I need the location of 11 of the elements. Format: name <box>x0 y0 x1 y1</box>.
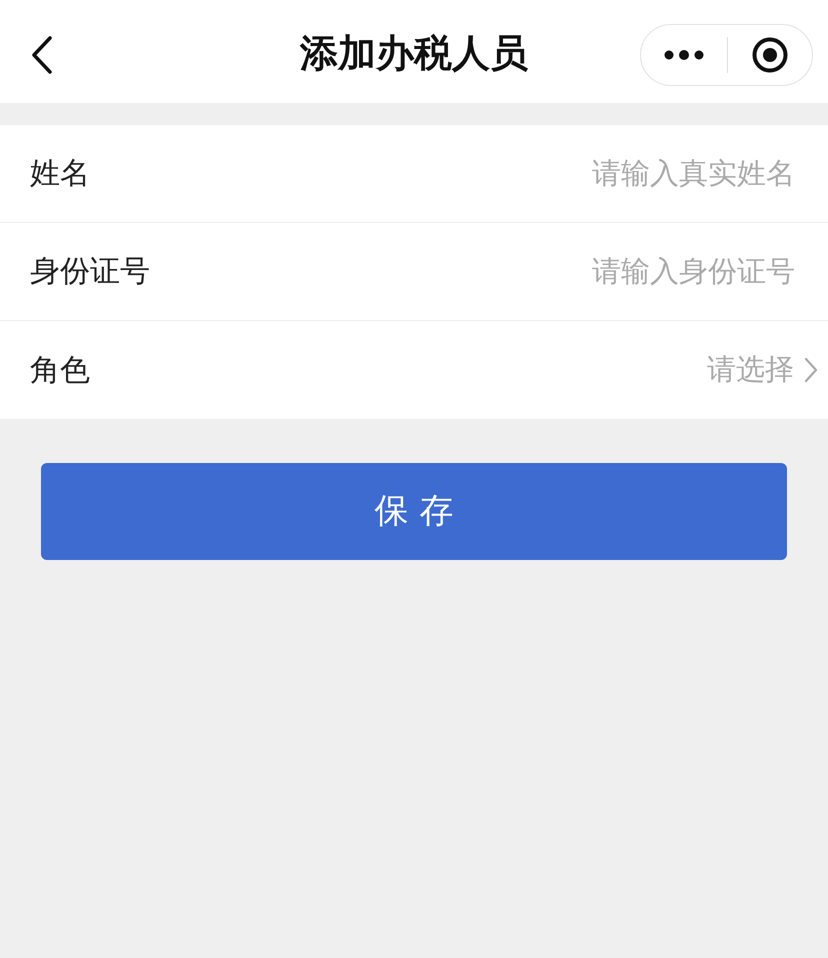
input-field[interactable]: 请输入真实姓名 <box>106 152 795 196</box>
save-button[interactable]: 保 存 <box>41 463 787 560</box>
input-field[interactable]: 请输入身份证号 <box>166 250 795 294</box>
page-title: 添加办税人员 <box>300 30 528 77</box>
field-label: 身份证号 <box>30 253 150 291</box>
field-label: 角色 <box>30 352 90 390</box>
more-icon <box>664 50 704 60</box>
back-icon <box>31 36 53 74</box>
chevron-right-icon <box>804 357 818 383</box>
circle-dot-icon <box>752 37 788 73</box>
field-label: 姓名 <box>30 155 90 193</box>
